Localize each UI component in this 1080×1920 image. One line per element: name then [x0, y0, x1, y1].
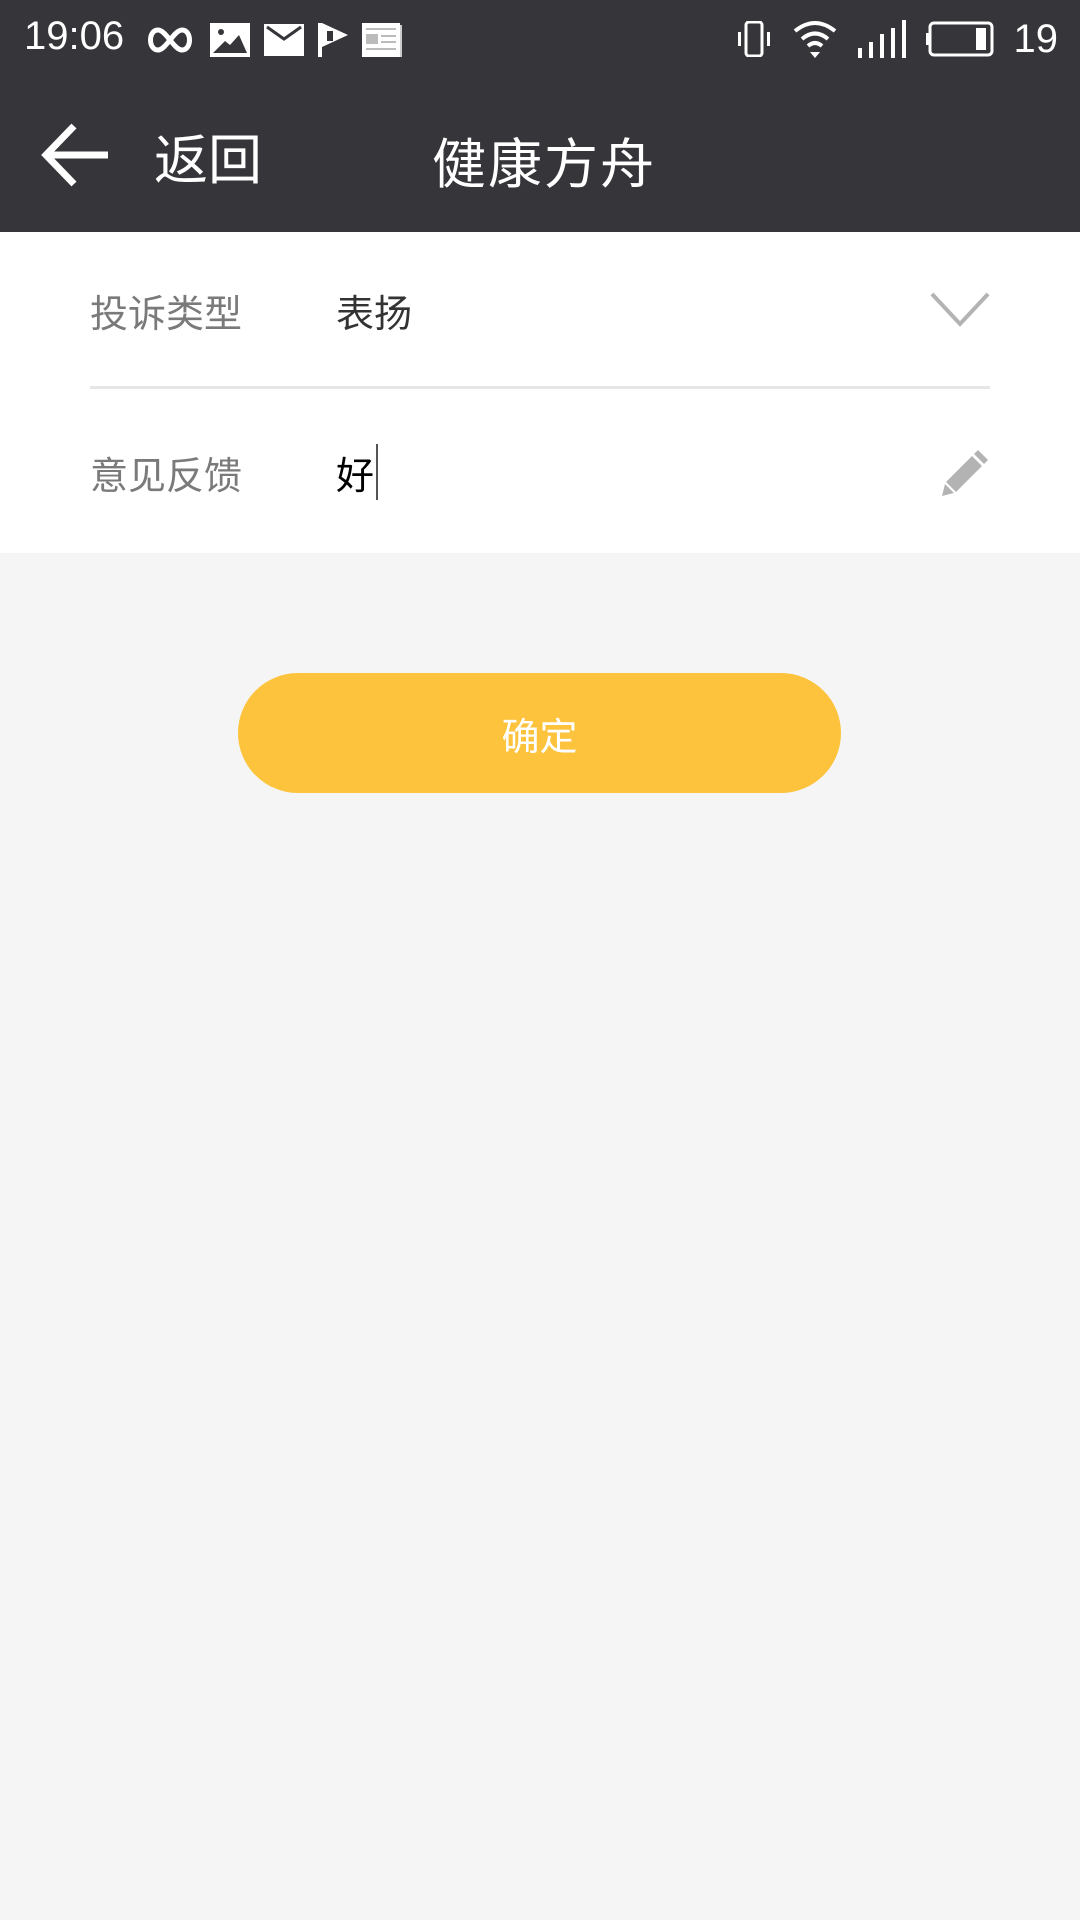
back-button[interactable]: 返回	[40, 110, 262, 200]
arrow-left-icon	[41, 123, 108, 187]
row-divider	[90, 386, 990, 389]
back-label: 返回	[154, 128, 262, 192]
complaint-type-select[interactable]: 投诉类型 表扬	[90, 245, 990, 375]
news-icon	[362, 23, 402, 57]
wifi-icon	[793, 21, 836, 58]
feedback-input[interactable]: 意见反馈 好	[90, 407, 990, 537]
status-time: 19:06	[24, 14, 125, 58]
image-icon	[210, 23, 250, 57]
top-bar: 19:06 19 返回 健康方舟	[0, 0, 1080, 232]
infinity-icon	[148, 27, 192, 53]
complaint-type-value: 表扬	[336, 291, 413, 336]
complaint-type-label: 投诉类型	[90, 291, 243, 336]
status-bar: 19:06 19	[0, 0, 1080, 80]
vibrate-icon	[737, 21, 770, 57]
feedback-form: 投诉类型 表扬 意见反馈 好	[0, 232, 1080, 553]
chevron-down-icon[interactable]	[930, 280, 990, 340]
text-cursor	[376, 444, 379, 500]
notification-icons	[144, 20, 402, 60]
flag-icon	[318, 23, 348, 57]
pencil-icon	[930, 442, 990, 502]
battery-icon	[925, 21, 993, 57]
feedback-label: 意见反馈	[90, 453, 243, 498]
system-indicators: 19	[736, 14, 1059, 64]
nav-bar: 返回 健康方舟	[0, 80, 1080, 232]
mail-icon	[264, 24, 304, 56]
confirm-button[interactable]: 确定	[238, 673, 841, 793]
feedback-value[interactable]: 好	[336, 444, 930, 500]
page-title: 健康方舟	[432, 133, 656, 196]
signal-icon	[857, 20, 906, 58]
feedback-text: 好	[336, 453, 375, 498]
battery-level: 19	[1013, 16, 1059, 61]
